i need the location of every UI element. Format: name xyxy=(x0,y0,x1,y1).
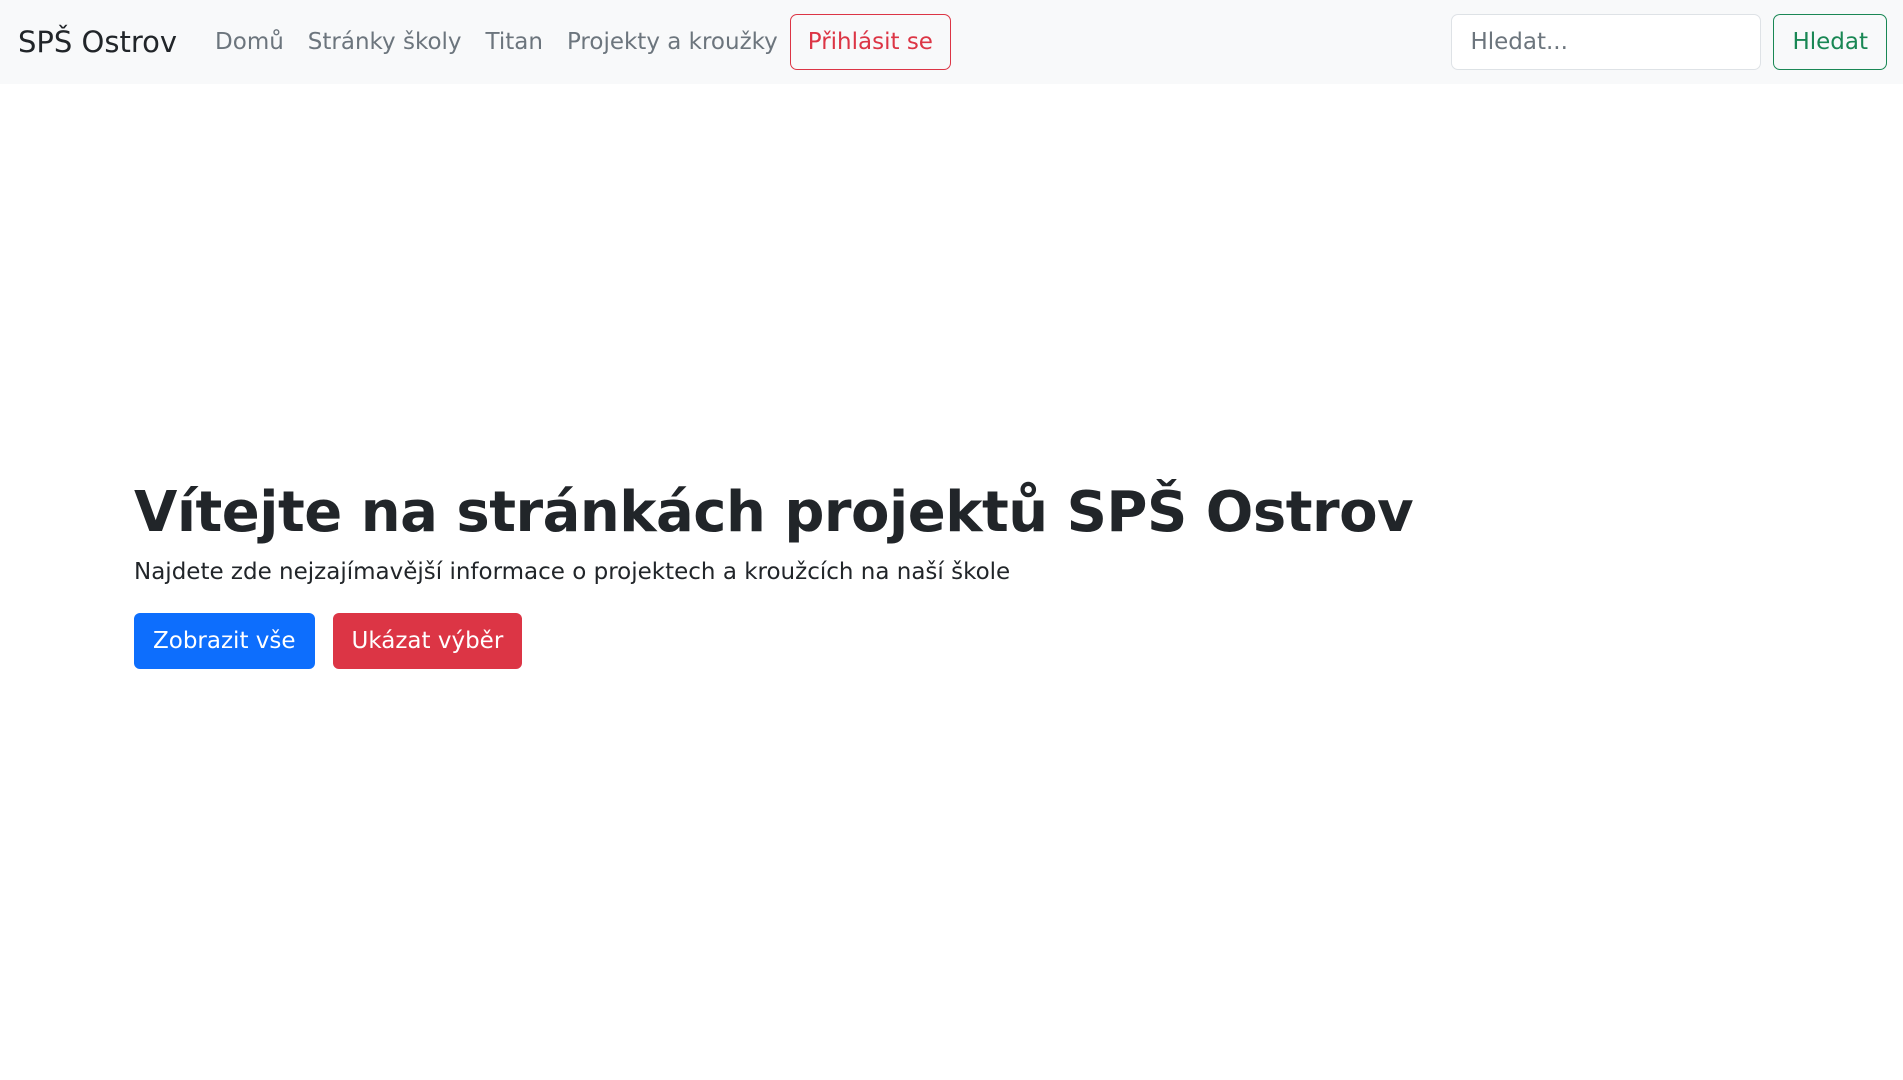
page-title: Vítejte na stránkách projektů SPŠ Ostrov xyxy=(134,480,1414,545)
navbar: SPŠ Ostrov Domů Stránky školy Titan Proj… xyxy=(0,0,1903,84)
nav-link-domu[interactable]: Domů xyxy=(203,29,296,55)
nav-link-projekty-a-krouzky[interactable]: Projekty a kroužky xyxy=(555,29,790,55)
nav-links: Domů Stránky školy Titan Projekty a krou… xyxy=(203,14,951,70)
show-all-button[interactable]: Zobrazit vše xyxy=(134,613,315,669)
hero-buttons: Zobrazit vše Ukázat výběr xyxy=(134,613,1413,669)
hero-section: Vítejte na stránkách projektů SPŠ Ostrov… xyxy=(134,480,1414,669)
nav-link-stranky-skoly[interactable]: Stránky školy xyxy=(296,29,474,55)
search-input[interactable] xyxy=(1451,14,1762,70)
navbar-brand[interactable]: SPŠ Ostrov xyxy=(18,25,177,59)
search-form: Hledat xyxy=(1451,14,1887,70)
hero-lead: Najdete zde nejzajímavější informace o p… xyxy=(134,559,1011,585)
login-button[interactable]: Přihlásit se xyxy=(789,14,951,70)
show-selection-button[interactable]: Ukázat výběr xyxy=(332,613,523,669)
nav-link-titan[interactable]: Titan xyxy=(474,29,555,55)
search-button[interactable]: Hledat xyxy=(1773,14,1887,70)
